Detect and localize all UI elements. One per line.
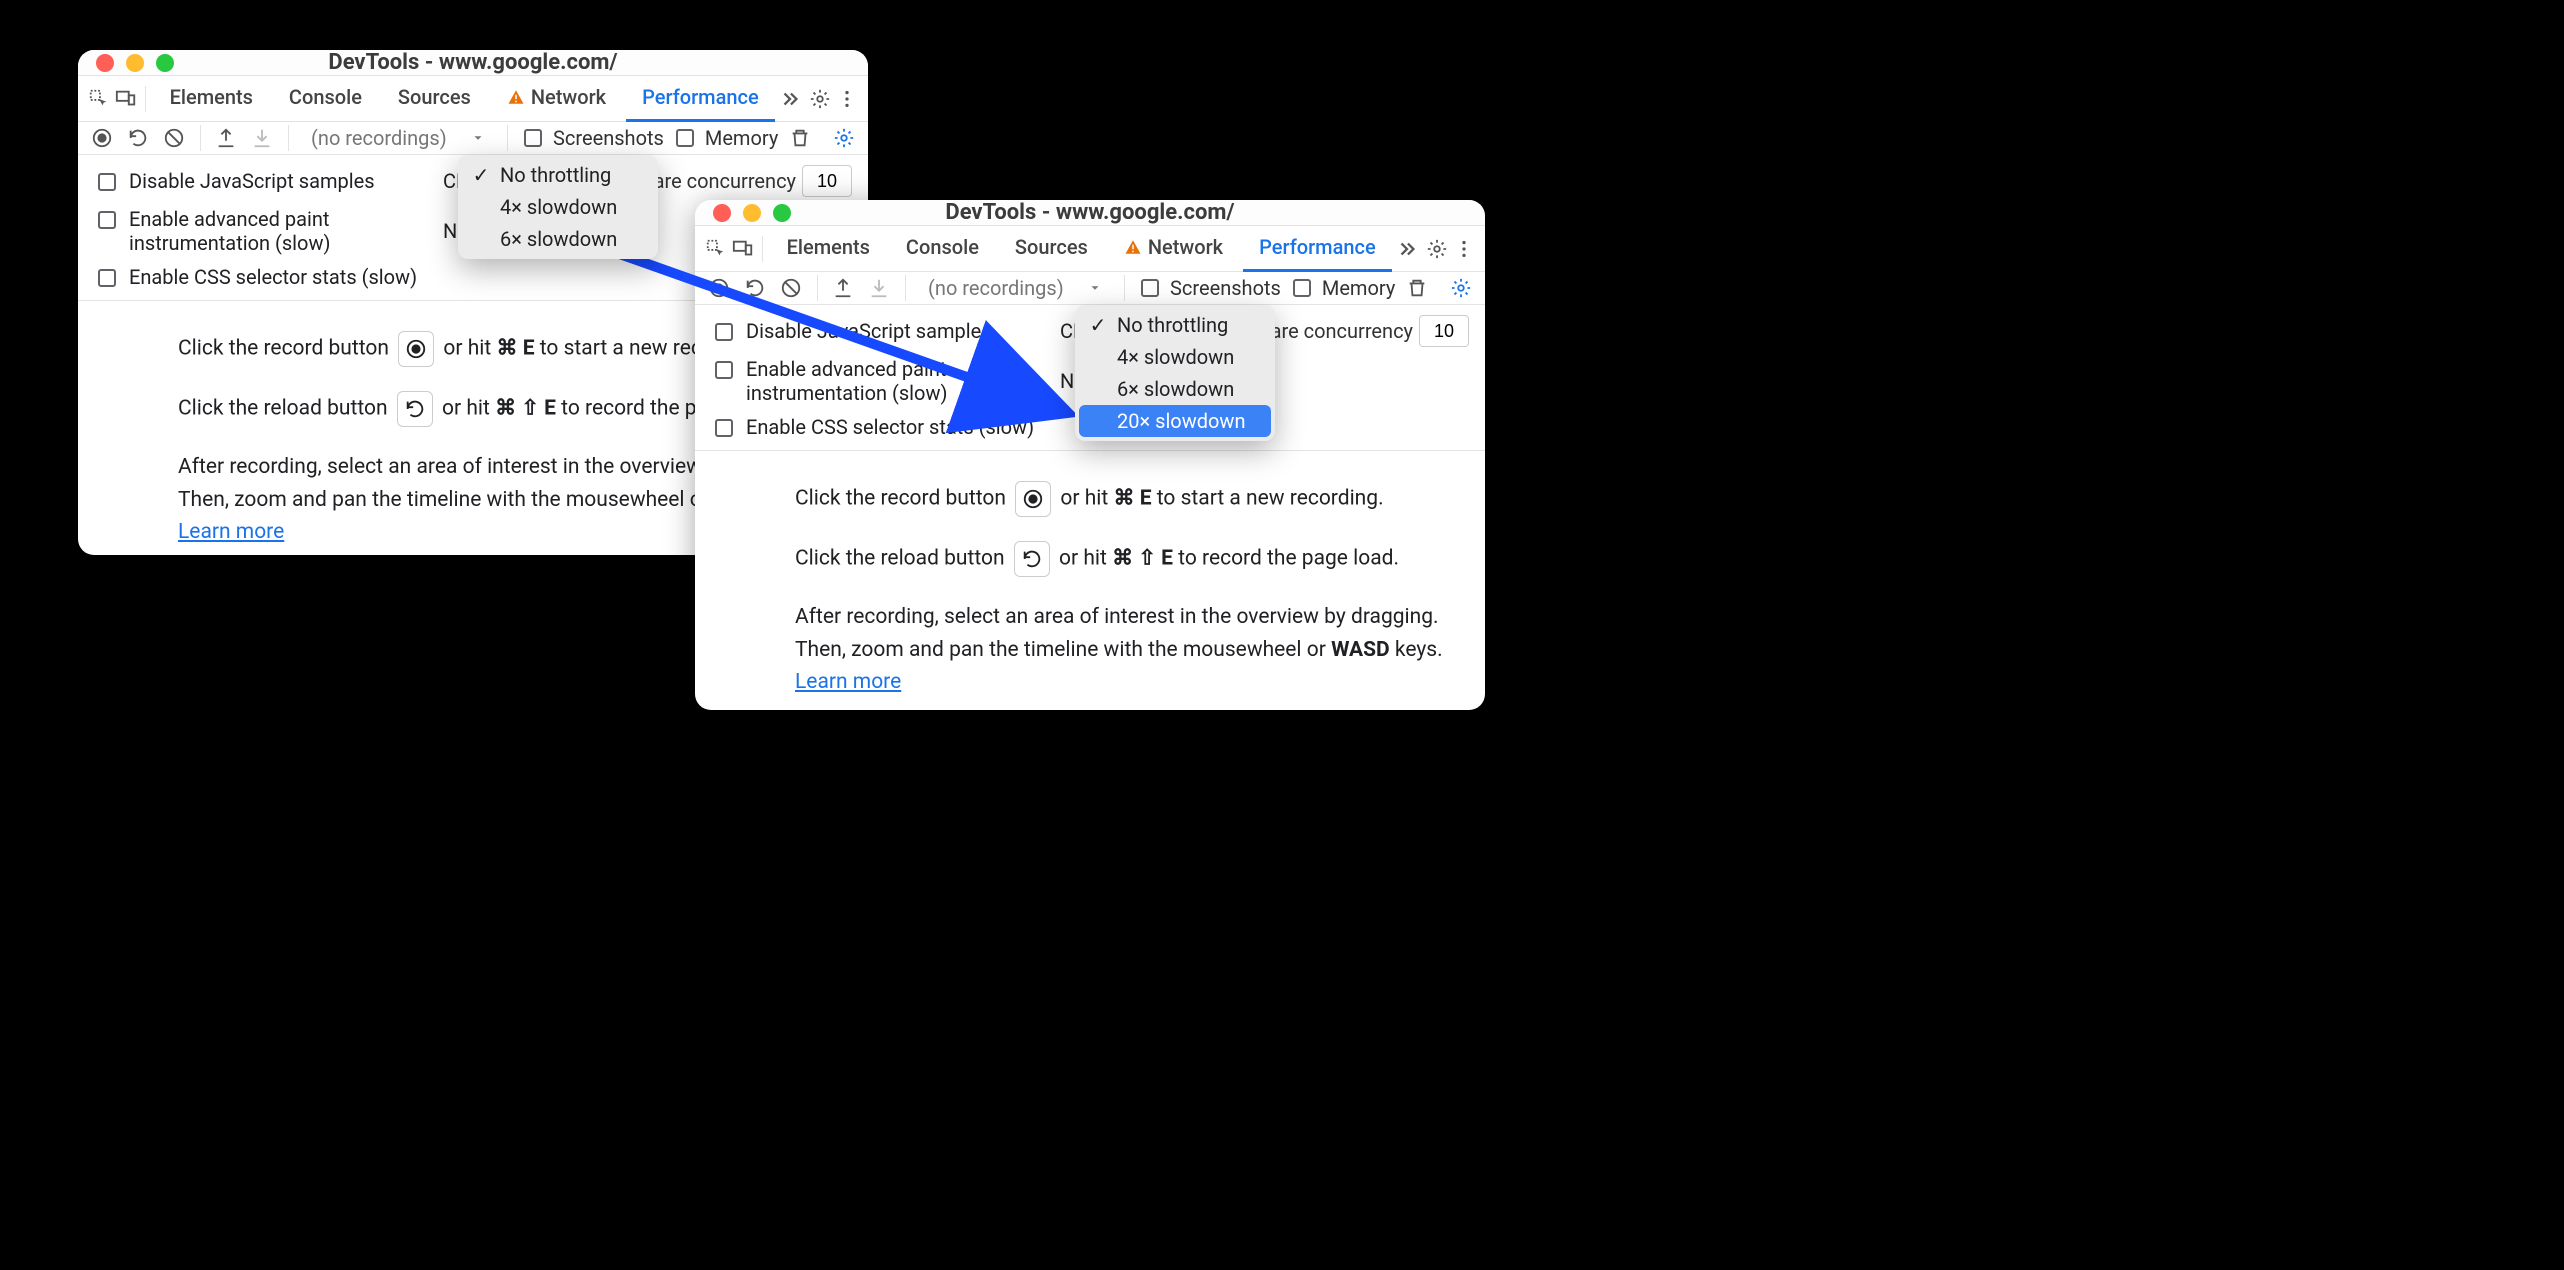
download-icon (248, 122, 276, 154)
help-after-recording: After recording, select an area of inter… (795, 601, 1455, 699)
tab-elements[interactable]: Elements (154, 76, 269, 122)
upload-icon[interactable] (829, 272, 857, 304)
download-icon (865, 272, 893, 304)
help-content: Click the record button or hit ⌘ E to st… (695, 451, 1485, 729)
record-button[interactable] (705, 272, 733, 304)
kebab-menu-icon[interactable] (1453, 233, 1475, 265)
screenshots-checkbox[interactable]: Screenshots (1137, 276, 1281, 300)
throttle-option-none[interactable]: ✓No throttling (462, 159, 654, 191)
learn-more-link[interactable]: Learn more (178, 520, 284, 544)
cpu-throttle-dropdown: ✓No throttling 4× slowdown 6× slowdown 2… (1075, 305, 1275, 441)
performance-toolbar: (no recordings) Screenshots Memory (78, 122, 868, 155)
separator (288, 125, 289, 151)
help-line-reload: Click the reload button or hit ⌘ ⇧ E to … (795, 541, 1455, 577)
clear-button[interactable] (777, 272, 805, 304)
throttle-option-20x[interactable]: 20× slowdown (1079, 405, 1271, 437)
panel-tabbar: Elements Console Sources Network Perform… (78, 76, 868, 122)
inspect-element-icon[interactable] (88, 83, 110, 115)
tab-network[interactable]: Network (1108, 226, 1239, 272)
devtools-window-after: DevTools - www.google.com/ Elements Cons… (695, 200, 1485, 710)
close-icon[interactable] (713, 204, 731, 222)
css-selector-stats-checkbox[interactable]: Enable CSS selector stats (slow) (94, 265, 423, 290)
reload-icon (1014, 541, 1050, 577)
throttle-option-4x[interactable]: 4× slowdown (1079, 341, 1271, 373)
minimize-icon[interactable] (126, 54, 144, 72)
tab-sources[interactable]: Sources (382, 76, 487, 122)
hw-concurrency-input[interactable] (802, 165, 852, 197)
adv-paint-checkbox[interactable]: Enable advanced paint instrumentation (s… (711, 357, 1040, 405)
warning-icon (1124, 238, 1142, 256)
recordings-dropdown[interactable]: (no recordings) (301, 126, 495, 150)
reload-button[interactable] (741, 272, 769, 304)
traffic-lights (713, 204, 791, 222)
toggle-device-icon[interactable] (114, 83, 136, 115)
record-icon (398, 331, 434, 367)
throttle-option-4x[interactable]: 4× slowdown (462, 191, 654, 223)
separator (200, 125, 201, 151)
titlebar: DevTools - www.google.com/ (78, 50, 868, 76)
throttle-option-6x[interactable]: 6× slowdown (462, 223, 654, 255)
chevron-down-icon (471, 131, 485, 145)
capture-settings-gear-icon[interactable] (830, 122, 858, 154)
collect-garbage-icon[interactable] (1403, 272, 1431, 304)
panel-tabbar: Elements Console Sources Network Perform… (695, 226, 1485, 272)
tab-performance[interactable]: Performance (626, 76, 775, 122)
capture-settings-gear-icon[interactable] (1447, 272, 1475, 304)
collect-garbage-icon[interactable] (786, 122, 814, 154)
close-icon[interactable] (96, 54, 114, 72)
settings-gear-icon[interactable] (809, 83, 831, 115)
reload-icon (397, 391, 433, 427)
disable-js-samples-checkbox[interactable]: Disable JavaScript samples (711, 319, 1040, 344)
inspect-element-icon[interactable] (705, 233, 727, 265)
reload-button[interactable] (124, 122, 152, 154)
tab-console[interactable]: Console (890, 226, 995, 272)
more-tabs-icon[interactable] (779, 83, 801, 115)
throttle-option-none[interactable]: ✓No throttling (1079, 309, 1271, 341)
separator (1124, 275, 1125, 301)
traffic-lights (96, 54, 174, 72)
separator (762, 236, 763, 262)
tab-console[interactable]: Console (273, 76, 378, 122)
tab-performance[interactable]: Performance (1243, 226, 1392, 272)
cpu-throttle-dropdown: ✓No throttling 4× slowdown 6× slowdown (458, 155, 658, 259)
clear-button[interactable] (160, 122, 188, 154)
screenshots-checkbox[interactable]: Screenshots (520, 126, 664, 150)
more-tabs-icon[interactable] (1396, 233, 1418, 265)
separator (507, 125, 508, 151)
window-title: DevTools - www.google.com/ (94, 50, 852, 75)
zoom-icon[interactable] (773, 204, 791, 222)
tab-network[interactable]: Network (491, 76, 622, 122)
tab-elements[interactable]: Elements (771, 226, 886, 272)
toggle-device-icon[interactable] (731, 233, 753, 265)
upload-icon[interactable] (212, 122, 240, 154)
record-button[interactable] (88, 122, 116, 154)
separator (145, 86, 146, 112)
disable-js-samples-checkbox[interactable]: Disable JavaScript samples (94, 169, 423, 194)
adv-paint-checkbox[interactable]: Enable advanced paint instrumentation (s… (94, 207, 423, 255)
separator (817, 275, 818, 301)
titlebar: DevTools - www.google.com/ (695, 200, 1485, 226)
window-title: DevTools - www.google.com/ (711, 200, 1469, 225)
learn-more-link[interactable]: Learn more (795, 670, 901, 694)
performance-toolbar: (no recordings) Screenshots Memory (695, 272, 1485, 305)
settings-gear-icon[interactable] (1426, 233, 1448, 265)
kebab-menu-icon[interactable] (836, 83, 858, 115)
throttle-option-6x[interactable]: 6× slowdown (1079, 373, 1271, 405)
recordings-dropdown[interactable]: (no recordings) (918, 276, 1112, 300)
memory-checkbox[interactable]: Memory (672, 126, 778, 150)
record-icon (1015, 481, 1051, 517)
chevron-down-icon (1088, 281, 1102, 295)
warning-icon (507, 88, 525, 106)
help-line-record: Click the record button or hit ⌘ E to st… (795, 481, 1455, 517)
css-selector-stats-checkbox[interactable]: Enable CSS selector stats (slow) (711, 415, 1040, 440)
memory-checkbox[interactable]: Memory (1289, 276, 1395, 300)
zoom-icon[interactable] (156, 54, 174, 72)
minimize-icon[interactable] (743, 204, 761, 222)
hw-concurrency-input[interactable] (1419, 315, 1469, 347)
tab-sources[interactable]: Sources (999, 226, 1104, 272)
capture-settings-pane: Disable JavaScript samples CPU: Hardware… (695, 305, 1485, 451)
separator (905, 275, 906, 301)
